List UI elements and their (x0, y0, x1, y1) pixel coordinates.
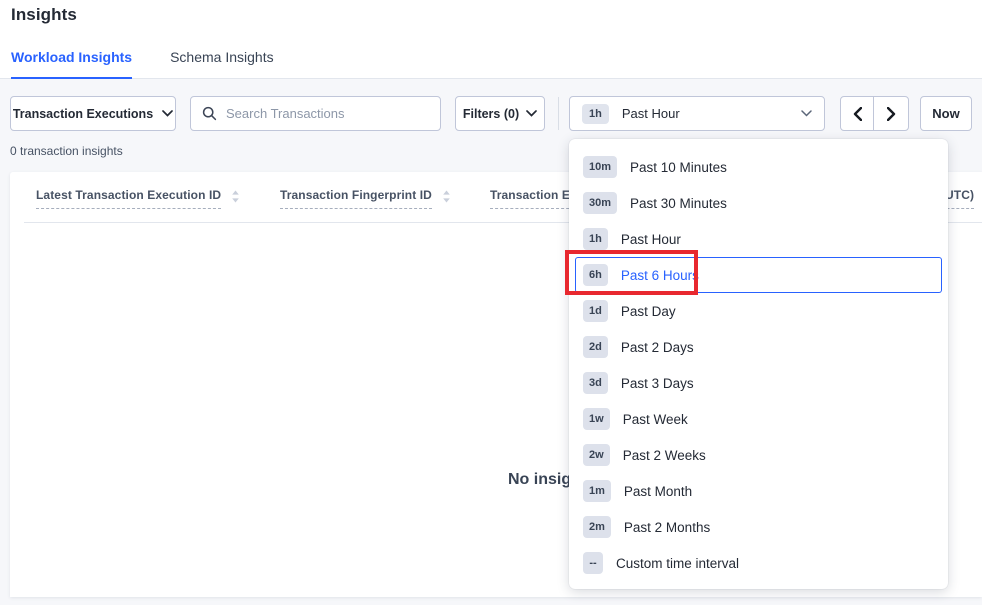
time-interval-label: Past Month (624, 484, 692, 499)
filters-button[interactable]: Filters (0) (455, 96, 545, 131)
time-interval-badge: -- (583, 552, 603, 574)
time-interval-option[interactable]: 1w Past Week (575, 401, 942, 437)
table-column-header[interactable]: Transaction Fingerprint ID (280, 188, 451, 209)
sort-icon (442, 190, 451, 203)
time-interval-label: Past Hour (621, 232, 681, 247)
time-interval-badge: 1m (583, 480, 611, 502)
time-interval-option[interactable]: 2w Past 2 Weeks (575, 437, 942, 473)
insights-page: Insights Workload Insights Schema Insight… (0, 0, 982, 605)
time-interval-badge: 30m (583, 192, 617, 214)
time-interval-badge: 1h (583, 228, 608, 250)
column-label: Latest Transaction Execution ID (36, 188, 221, 209)
time-range-label: Past Hour (622, 106, 680, 121)
sort-icon (231, 190, 240, 203)
time-range-selector[interactable]: 1h Past Hour (569, 96, 825, 131)
insights-count-text: 0 transaction insights (10, 144, 123, 158)
column-label: Transaction Fingerprint ID (280, 188, 432, 209)
time-interval-label: Past 2 Weeks (623, 448, 706, 463)
view-selector-button[interactable]: Transaction Executions (10, 96, 176, 131)
table-column-header[interactable]: Latest Transaction Execution ID (36, 188, 240, 209)
tab-bar: Workload Insights Schema Insights (11, 43, 274, 79)
time-next-button[interactable] (873, 96, 909, 131)
toolbar-divider (558, 97, 559, 130)
chevron-down-icon (801, 110, 812, 117)
search-icon (202, 106, 217, 121)
time-interval-option[interactable]: 1d Past Day (575, 293, 942, 329)
time-interval-option[interactable]: -- Custom time interval (575, 545, 942, 581)
search-box[interactable] (190, 96, 441, 131)
time-interval-option[interactable]: 3d Past 3 Days (575, 365, 942, 401)
time-interval-badge: 2w (583, 444, 610, 466)
page-title: Insights (11, 5, 77, 25)
time-interval-badge: 1d (583, 300, 608, 322)
time-interval-label: Past 2 Days (621, 340, 694, 355)
time-interval-dropdown: 10m Past 10 Minutes 30m Past 30 Minutes … (569, 139, 948, 589)
time-interval-option[interactable]: 2d Past 2 Days (575, 329, 942, 365)
view-selector-label: Transaction Executions (13, 107, 153, 121)
time-interval-badge: 10m (583, 156, 617, 178)
time-interval-label: Custom time interval (616, 556, 739, 571)
time-interval-option[interactable]: 30m Past 30 Minutes (575, 185, 942, 221)
time-interval-option[interactable]: 2m Past 2 Months (575, 509, 942, 545)
time-interval-label: Past 2 Months (624, 520, 710, 535)
time-interval-option[interactable]: 10m Past 10 Minutes (575, 149, 942, 185)
time-interval-label: Past 3 Days (621, 376, 694, 391)
chevron-down-icon (526, 110, 537, 117)
time-prev-button[interactable] (840, 96, 875, 131)
filters-label: Filters (0) (463, 107, 519, 121)
chevron-left-icon (853, 107, 862, 121)
time-interval-option[interactable]: 1h Past Hour (575, 221, 942, 257)
page-header: Insights Workload Insights Schema Insight… (0, 0, 982, 79)
time-interval-option[interactable]: 1m Past Month (575, 473, 942, 509)
chevron-right-icon (887, 107, 896, 121)
time-interval-label: Past Day (621, 304, 676, 319)
now-button[interactable]: Now (920, 96, 972, 131)
tab[interactable]: Schema Insights (170, 43, 274, 79)
tab[interactable]: Workload Insights (11, 43, 132, 79)
time-interval-option[interactable]: 6h Past 6 Hours (575, 257, 942, 293)
time-interval-label: Past Week (623, 412, 688, 427)
time-range-badge: 1h (582, 104, 609, 124)
time-interval-label: Past 10 Minutes (630, 160, 727, 175)
time-interval-badge: 1w (583, 408, 610, 430)
time-interval-badge: 6h (583, 264, 608, 286)
time-interval-badge: 2m (583, 516, 611, 538)
now-label: Now (932, 106, 959, 121)
time-interval-badge: 2d (583, 336, 608, 358)
time-interval-label: Past 6 Hours (621, 268, 699, 283)
search-input[interactable] (226, 106, 429, 121)
time-interval-label: Past 30 Minutes (630, 196, 727, 211)
time-interval-badge: 3d (583, 372, 608, 394)
chevron-down-icon (162, 110, 173, 117)
